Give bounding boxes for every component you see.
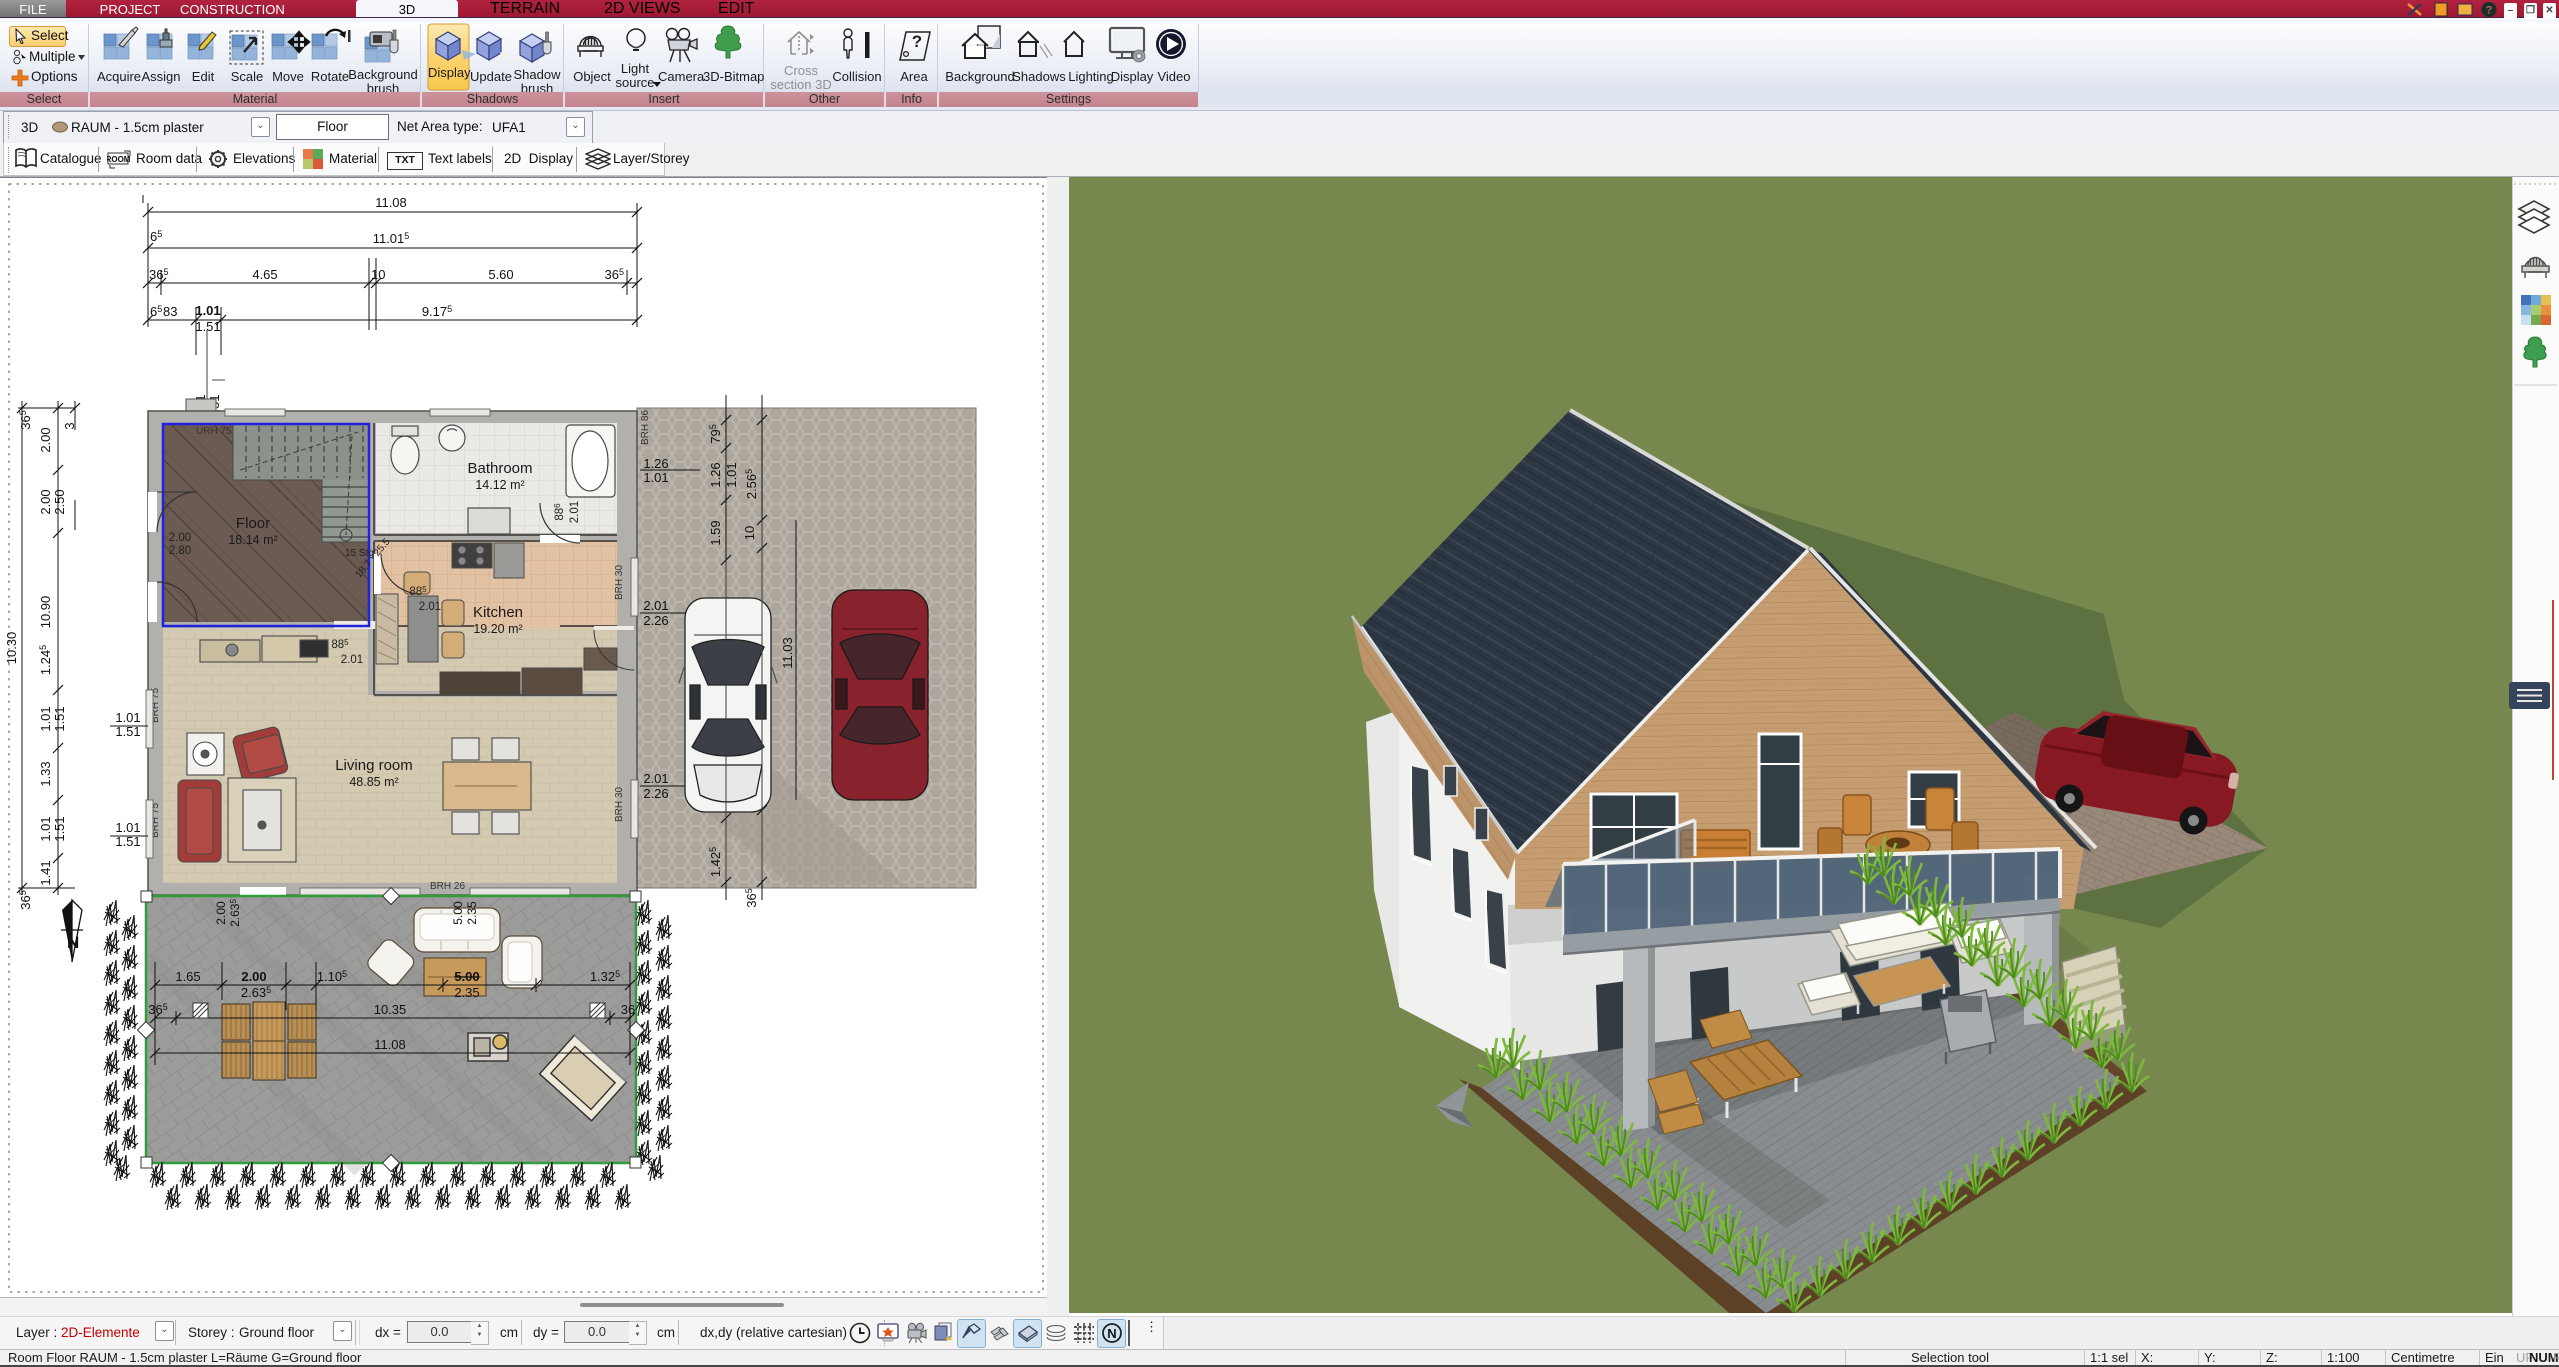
svg-text:14.12 m²: 14.12 m² xyxy=(475,478,524,492)
svg-text:2.00: 2.00 xyxy=(169,532,191,544)
svg-text:2.01: 2.01 xyxy=(643,598,668,613)
svg-text:365: 365 xyxy=(744,888,759,907)
svg-text:365: 365 xyxy=(605,267,624,282)
svg-text:2.26: 2.26 xyxy=(643,786,668,801)
svg-text:1.65: 1.65 xyxy=(175,969,200,984)
svg-text:1.01: 1.01 xyxy=(115,820,140,835)
svg-text:65: 65 xyxy=(150,304,162,319)
svg-text:1.01: 1.01 xyxy=(38,816,53,841)
svg-text:N: N xyxy=(1107,1326,1116,1341)
svg-text:10.90: 10.90 xyxy=(38,596,53,629)
svg-text:9.175: 9.175 xyxy=(422,304,452,319)
svg-text:1.01: 1.01 xyxy=(724,462,739,487)
svg-text:18.14 m²: 18.14 m² xyxy=(228,533,277,547)
svg-text:1.51: 1.51 xyxy=(52,816,67,841)
svg-text:15 Stg: 15 Stg xyxy=(345,548,374,559)
svg-text:1.01: 1.01 xyxy=(38,706,53,731)
svg-text:?: ? xyxy=(2486,5,2493,17)
svg-text:2.01: 2.01 xyxy=(569,501,581,523)
svg-text:4.65: 4.65 xyxy=(252,267,277,282)
svg-text:83: 83 xyxy=(163,304,177,319)
svg-text:2.00: 2.00 xyxy=(241,969,266,984)
svg-text:36: 36 xyxy=(621,1002,635,1017)
svg-text:1.59: 1.59 xyxy=(708,520,723,545)
svg-text:10: 10 xyxy=(371,267,385,282)
svg-text:2.01: 2.01 xyxy=(643,771,668,786)
svg-text:10.30: 10.30 xyxy=(4,632,19,665)
svg-text:N: N xyxy=(67,933,79,952)
svg-text:BRH 26: BRH 26 xyxy=(430,881,465,892)
svg-text:2.00: 2.00 xyxy=(38,489,53,514)
svg-text:1.26: 1.26 xyxy=(643,456,668,471)
svg-text:2.00: 2.00 xyxy=(38,427,53,452)
svg-text:11.08: 11.08 xyxy=(375,195,407,210)
svg-text:1.01: 1.01 xyxy=(195,303,220,318)
svg-text:1.41: 1.41 xyxy=(38,860,53,885)
svg-text:BRH 86: BRH 86 xyxy=(640,410,651,445)
svg-text:2.26: 2.26 xyxy=(643,613,668,628)
svg-text:1.51: 1.51 xyxy=(52,706,67,731)
svg-text:365: 365 xyxy=(18,410,33,429)
svg-text:10.35: 10.35 xyxy=(374,1002,407,1017)
svg-text:5.00: 5.00 xyxy=(451,901,465,925)
svg-text:11.03: 11.03 xyxy=(780,637,795,669)
svg-text:2.00: 2.00 xyxy=(214,901,228,925)
svg-text:1.01: 1.01 xyxy=(643,470,668,485)
svg-text:?: ? xyxy=(912,32,922,51)
svg-text:2.80: 2.80 xyxy=(169,545,191,557)
svg-text:365: 365 xyxy=(149,267,168,282)
svg-text:2.01: 2.01 xyxy=(419,601,441,613)
svg-text:1.26: 1.26 xyxy=(708,462,723,487)
svg-text:65: 65 xyxy=(150,229,162,244)
svg-text:3: 3 xyxy=(62,422,77,429)
svg-text:1.01: 1.01 xyxy=(115,710,140,725)
svg-text:19.20 m²: 19.20 m² xyxy=(473,622,522,636)
svg-text:48.85 m²: 48.85 m² xyxy=(349,775,398,789)
svg-text:1.245: 1.245 xyxy=(38,645,53,675)
svg-text:Floor: Floor xyxy=(236,515,270,532)
svg-text:2.35: 2.35 xyxy=(454,985,479,1000)
svg-text:2.01: 2.01 xyxy=(341,654,363,666)
svg-text:11.08: 11.08 xyxy=(374,1037,406,1052)
svg-text:10: 10 xyxy=(742,526,757,540)
svg-text:365: 365 xyxy=(18,890,33,909)
svg-text:1.33: 1.33 xyxy=(38,761,53,786)
svg-text:11.015: 11.015 xyxy=(373,231,410,246)
svg-text:2.35: 2.35 xyxy=(465,901,479,925)
svg-text:URH 75: URH 75 xyxy=(196,426,232,437)
svg-text:BRH 30: BRH 30 xyxy=(614,787,625,822)
svg-text:2.50: 2.50 xyxy=(52,489,67,514)
svg-text:5.00: 5.00 xyxy=(454,969,479,984)
svg-text:Living room: Living room xyxy=(335,757,413,774)
svg-text:5.60: 5.60 xyxy=(488,267,513,282)
svg-text:BRH 30: BRH 30 xyxy=(614,565,625,600)
svg-text:1.51: 1.51 xyxy=(195,319,220,334)
svg-text:Kitchen: Kitchen xyxy=(473,604,523,621)
svg-text:Bathroom: Bathroom xyxy=(467,460,532,477)
svg-text:ROOM: ROOM xyxy=(107,155,131,164)
